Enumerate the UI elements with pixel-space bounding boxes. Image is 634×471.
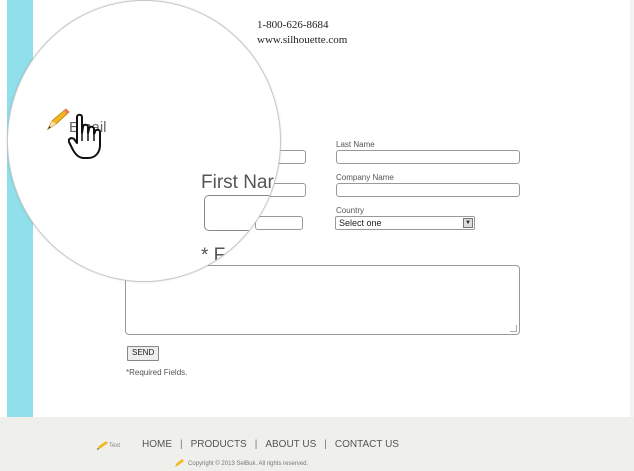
nav-about-us[interactable]: ABOUT US [260,439,321,450]
magnified-message-label: * F [201,245,226,266]
last-name-input[interactable] [336,150,520,164]
footer-nav: HOME | PRODUCTS | ABOUT US | CONTACT US [137,439,404,450]
nav-contact-us[interactable]: CONTACT US [330,439,404,450]
header-phone: 1-800-626-8684 [257,19,329,31]
nav-separator: | [254,439,258,450]
country-label: Country [336,206,365,215]
required-fields-note: *Required Fields. [126,368,188,377]
company-name-input[interactable] [336,183,520,197]
pencil-icon [175,459,184,467]
nav-separator: | [180,439,183,450]
send-button[interactable]: SEND [127,346,160,361]
pencil-icon [46,108,70,131]
nav-separator: | [324,439,327,450]
select-arrow-icon: ▼ [463,218,473,228]
company-name-label: Company Name [336,173,394,182]
magnified-input[interactable] [204,195,280,231]
hand-cursor-icon [68,113,101,159]
copyright-text: Copyright © 2013 SelBuk. All rights rese… [188,460,309,467]
last-name-label: Last Name [336,140,375,149]
magnified-first-name-label: First Nar [201,172,274,193]
footer: Text HOME | PRODUCTS | ABOUT US | CONTAC… [0,417,634,471]
magnifier-lens: Email First Nar * F [7,0,281,282]
nav-products[interactable]: PRODUCTS [186,439,252,450]
country-selected-value: Select one [339,218,382,228]
country-select[interactable]: Select one ▼ [335,216,475,230]
header-website: www.silhouette.com [257,34,348,46]
footer-logo-text: Text [109,443,121,449]
resize-grip-icon[interactable] [510,325,517,332]
footer-logo[interactable]: Text [96,441,120,451]
copyright: Copyright © 2013 SelBuk. All rights rese… [174,459,308,468]
pencil-icon [97,441,108,450]
right-edge-bar [630,0,634,417]
nav-home[interactable]: HOME [137,439,177,450]
